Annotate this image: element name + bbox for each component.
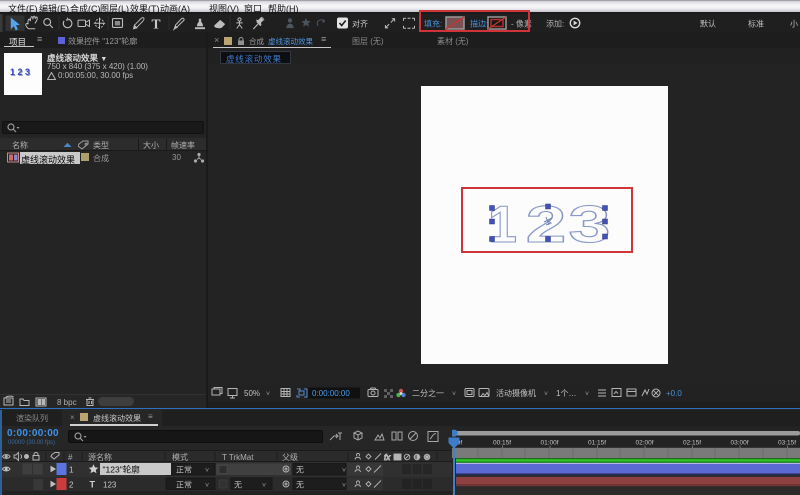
svg-text:02:00f: 02:00f	[635, 440, 653, 447]
svg-text:小: 小	[790, 20, 798, 29]
svg-text:0:00:00:00: 0:00:00:00	[312, 389, 350, 398]
svg-text:2: 2	[69, 481, 74, 490]
svg-text:˅: ˅	[342, 468, 346, 475]
svg-text:fx: fx	[384, 453, 391, 462]
svg-text:123: 123	[103, 481, 117, 490]
svg-text:01:00f: 01:00f	[540, 440, 558, 447]
svg-text:无: 无	[296, 466, 304, 475]
svg-text:对齐: 对齐	[352, 19, 368, 29]
svg-text:父级: 父级	[282, 452, 298, 462]
svg-text:˅: ˅	[544, 391, 548, 398]
svg-text:03:00f: 03:00f	[730, 440, 748, 447]
svg-text:"123"轮廓: "123"轮廓	[103, 465, 141, 475]
svg-text:添加:: 添加:	[546, 19, 564, 29]
svg-text:50%: 50%	[244, 389, 260, 398]
svg-text:1: 1	[488, 196, 517, 254]
svg-text:模式: 模式	[172, 452, 188, 462]
svg-text:03:15f: 03:15f	[778, 440, 796, 447]
svg-text:#: #	[68, 453, 73, 462]
svg-text:02:15f: 02:15f	[683, 440, 701, 447]
svg-text:源名称: 源名称	[88, 452, 112, 462]
svg-text:00:15f: 00:15f	[493, 440, 511, 447]
svg-text:无: 无	[234, 481, 242, 490]
svg-text:+0.0: +0.0	[666, 389, 682, 398]
svg-text:默认: 默认	[700, 19, 716, 29]
svg-text:˅: ˅	[205, 468, 209, 475]
svg-text:T TrkMat: T TrkMat	[222, 453, 254, 462]
svg-text:01:15f: 01:15f	[588, 440, 606, 447]
svg-text:T: T	[90, 480, 96, 490]
svg-text:正常: 正常	[176, 466, 192, 475]
svg-text:˅: ˅	[266, 391, 270, 398]
svg-text:无: 无	[296, 481, 304, 490]
svg-text:˅: ˅	[205, 483, 209, 490]
svg-text:T: T	[152, 17, 161, 32]
svg-text:˅: ˅	[452, 391, 456, 398]
svg-text:二分之一: 二分之一	[412, 388, 444, 398]
svg-text:˅: ˅	[585, 391, 589, 398]
svg-text:标准: 标准	[748, 19, 764, 29]
svg-text:˅: ˅	[342, 483, 346, 490]
svg-text:1: 1	[69, 466, 74, 475]
svg-text:活动摄像机: 活动摄像机	[496, 388, 536, 398]
svg-text:1个…: 1个…	[556, 389, 576, 398]
svg-text:正常: 正常	[176, 481, 192, 490]
svg-text:˅: ˅	[262, 483, 266, 490]
svg-text:8 bpc: 8 bpc	[57, 398, 77, 407]
